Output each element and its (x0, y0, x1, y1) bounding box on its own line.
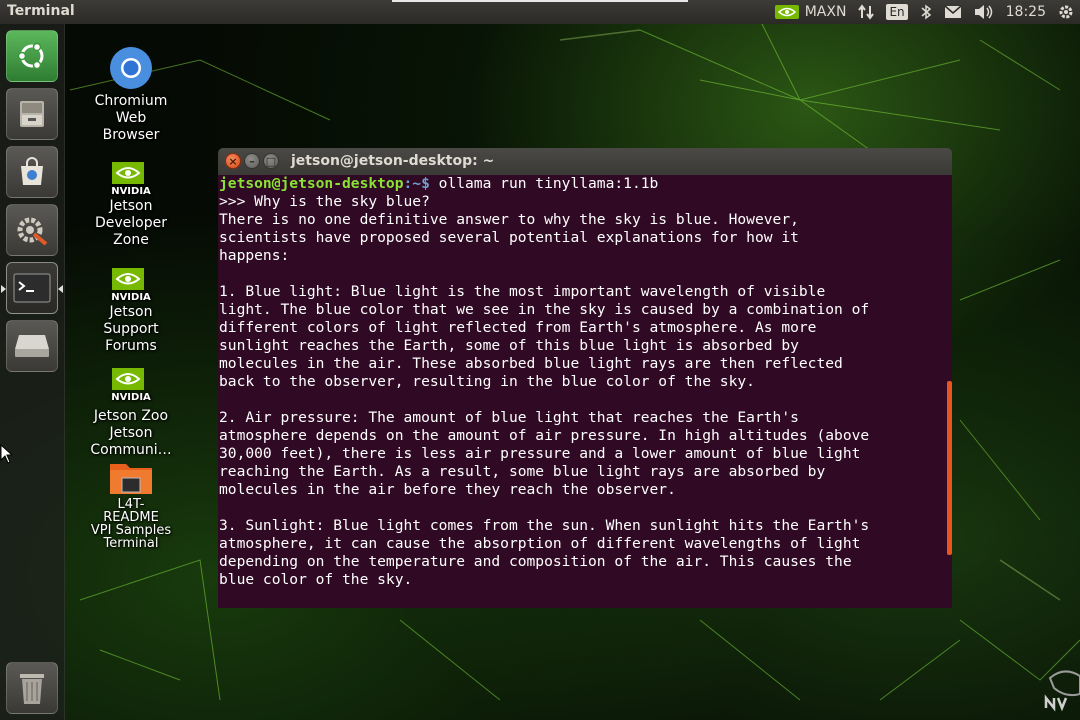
desktop-icon-label: Chromium (94, 93, 168, 109)
mouse-cursor (0, 444, 12, 464)
network-transfer-icon[interactable] (858, 4, 875, 20)
close-button[interactable]: × (225, 153, 241, 169)
desktop-icon-l4t-readme[interactable]: L4T- README VPI Samples Terminal (86, 460, 176, 550)
desktop-icon-label: Jetson (109, 425, 153, 441)
terminal-window[interactable]: × – □ jetson@jetson-desktop: ~ jetson@je… (218, 148, 952, 608)
shopping-bag-icon (21, 157, 43, 185)
terminal-output[interactable]: jetson@jetson-desktop:~$ ollama run tiny… (219, 175, 869, 589)
desktop-icon-label: Browser (102, 127, 160, 143)
drive-launcher-button[interactable] (6, 320, 58, 372)
folder-icon (110, 464, 152, 494)
power-mode-indicator[interactable]: MAXN (774, 4, 847, 20)
nvidia-logo-icon: NVIDIA (111, 268, 151, 302)
desktop-icon-label: Communi… (90, 442, 172, 458)
window-shadow-strip (392, 0, 688, 2)
desktop-icon-jetson-zoo[interactable]: NVIDIA Jetson Zoo Jetson Communi… (86, 366, 176, 459)
terminal-launcher-button[interactable] (1, 262, 63, 314)
system-settings-button[interactable] (6, 204, 58, 256)
prompt-path: :~$ (403, 175, 430, 192)
maximize-button[interactable]: □ (263, 153, 279, 169)
minimize-button[interactable]: – (244, 153, 260, 169)
focused-indicator (58, 285, 63, 293)
software-center-button[interactable] (6, 146, 58, 198)
desktop-icon-label: Web (115, 110, 147, 126)
desktop-icon-label: Zone (113, 232, 149, 248)
running-indicator (1, 285, 6, 293)
nvidia-logo-icon: NVIDIA (111, 368, 151, 403)
drive-icon (15, 335, 49, 357)
keyboard-layout-indicator[interactable]: En (886, 4, 908, 20)
window-title: jetson@jetson-desktop: ~ (291, 153, 495, 169)
gear-wrench-icon (17, 217, 48, 246)
desktop-icon-label: Jetson Zoo (93, 408, 169, 424)
ubuntu-logo-icon (17, 42, 44, 70)
svg-text:NVIDIA: NVIDIA (111, 186, 151, 196)
desktop-icon-label: Developer (94, 215, 167, 231)
trash-launcher-button[interactable] (6, 662, 58, 714)
desktop-icon-chromium[interactable]: Chromium Web Browser (86, 45, 176, 144)
svg-text:NVIDIA: NVIDIA (111, 392, 151, 403)
chromium-icon (110, 47, 152, 89)
file-cabinet-icon (20, 101, 44, 127)
nvidia-logo-icon: NVIDIA (111, 162, 151, 196)
terminal-titlebar[interactable]: × – □ jetson@jetson-desktop: ~ (218, 148, 952, 175)
desktop-icon-label: Jetson (109, 304, 153, 320)
top-panel: Terminal MAXN En 18:25 (0, 0, 1080, 24)
svg-text:NVIDIA: NVIDIA (111, 292, 151, 302)
desktop-icon-label: Jetson (109, 198, 153, 214)
bluetooth-icon[interactable] (920, 4, 932, 20)
desktop-icon-jetson-support-forums[interactable]: NVIDIA Jetson Support Forums (86, 266, 176, 355)
terminal-icon (13, 273, 51, 303)
trash-icon (20, 674, 44, 704)
mail-icon[interactable] (944, 5, 962, 19)
active-app-title: Terminal (7, 3, 75, 19)
command-text: ollama run tinyllama:1.1b (429, 175, 659, 192)
response-text: >>> Why is the sky blue? There is no one… (219, 193, 870, 588)
desktop-icon-jetson-developer-zone[interactable]: NVIDIA Jetson Developer Zone (86, 160, 176, 249)
desktop-icon-label: Forums (105, 338, 157, 354)
desktop-icon-label: Terminal (103, 536, 159, 551)
volume-icon[interactable] (974, 4, 994, 20)
power-mode-label: MAXN (804, 4, 847, 20)
settings-gear-icon[interactable] (1058, 4, 1074, 20)
clock[interactable]: 18:25 (1006, 4, 1046, 20)
launcher (0, 24, 65, 720)
nvidia-wallpaper-logo (1044, 670, 1080, 712)
desktop-icon-label: Support (103, 321, 159, 337)
terminal-scrollbar[interactable] (947, 381, 952, 555)
files-launcher-button[interactable] (6, 88, 58, 140)
indicator-area: MAXN En 18:25 (774, 0, 1074, 24)
terminal-body[interactable]: jetson@jetson-desktop:~$ ollama run tiny… (218, 175, 952, 608)
prompt-user: jetson@jetson-desktop (219, 175, 404, 192)
ubuntu-dash-button[interactable] (6, 30, 58, 82)
nvidia-icon (774, 5, 799, 19)
